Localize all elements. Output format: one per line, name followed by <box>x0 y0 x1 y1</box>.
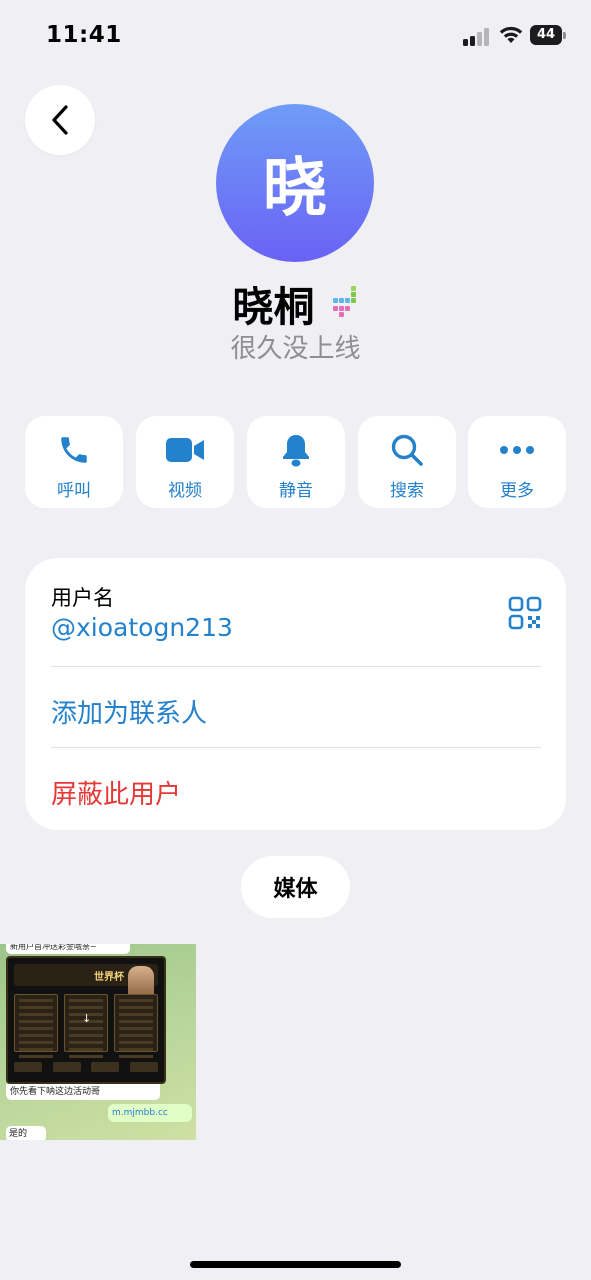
mute-label: 静音 <box>279 481 313 501</box>
media-thumbnail[interactable]: 新用户首冲送彩金哦亲~ 世界杯 ↓ 你先看下呐这边活动哥 m.mjmbb.cc … <box>0 944 196 1140</box>
thumb-poster: 世界杯 ↓ <box>6 956 166 1084</box>
more-icon <box>497 430 537 470</box>
battery-level: 44 <box>530 25 562 45</box>
status-time: 11:41 <box>46 22 122 48</box>
video-label: 视频 <box>168 481 202 501</box>
search-icon <box>387 430 427 470</box>
poster-table <box>114 994 158 1058</box>
back-button[interactable] <box>25 85 95 155</box>
thumb-top-message: 新用户首冲送彩金哦亲~ <box>6 944 130 954</box>
username-label: 用户名 <box>51 586 114 610</box>
more-button[interactable]: 更多 <box>468 416 566 508</box>
video-icon <box>165 430 205 470</box>
search-button[interactable]: 搜索 <box>358 416 456 508</box>
info-card: 用户名 @xioatogn213 添加为联系人 屏蔽此用户 <box>25 558 566 830</box>
name-row: 晓桐 <box>0 275 591 331</box>
poster-footer <box>14 1062 158 1074</box>
poster-banner: 世界杯 <box>14 964 158 1006</box>
emoji-status-icon[interactable] <box>331 286 359 320</box>
block-user-button[interactable]: 屏蔽此用户 <box>51 774 541 811</box>
chevron-left-icon <box>52 105 68 135</box>
call-button[interactable]: 呼叫 <box>25 416 123 508</box>
thumb-link: m.mjmbb.cc <box>108 1104 192 1122</box>
qr-code-button[interactable] <box>508 596 542 630</box>
mute-button[interactable]: 静音 <box>247 416 345 508</box>
action-bar: 呼叫 视频 静音 搜索 更多 <box>25 416 566 508</box>
battery-icon: 44 <box>530 25 566 45</box>
profile-name: 晓桐 <box>232 283 315 331</box>
divider <box>51 747 541 748</box>
bell-icon <box>276 430 316 470</box>
poster-title: 世界杯 <box>94 972 124 983</box>
status-bar: 11:41 44 <box>0 0 591 70</box>
avatar[interactable]: 晓 <box>216 104 374 262</box>
username-value[interactable]: @xioatogn213 <box>51 613 541 642</box>
qr-code-icon <box>508 596 542 630</box>
poster-table <box>14 994 58 1058</box>
add-contact-button[interactable]: 添加为联系人 <box>51 693 541 730</box>
last-seen-status: 很久没上线 <box>230 334 361 364</box>
search-label: 搜索 <box>390 481 424 501</box>
video-button[interactable]: 视频 <box>136 416 234 508</box>
thumb-reply: 是的 <box>6 1126 46 1140</box>
home-indicator[interactable] <box>190 1261 401 1268</box>
more-label: 更多 <box>500 481 534 501</box>
cellular-signal-icon <box>463 28 491 46</box>
divider <box>51 666 541 667</box>
media-tab[interactable]: 媒体 <box>241 856 350 918</box>
arrow-down-icon: ↓ <box>82 1012 92 1025</box>
wifi-icon <box>498 24 524 46</box>
thumb-caption: 你先看下呐这边活动哥 <box>6 1084 160 1100</box>
phone-icon <box>54 430 94 470</box>
call-label: 呼叫 <box>57 481 91 501</box>
